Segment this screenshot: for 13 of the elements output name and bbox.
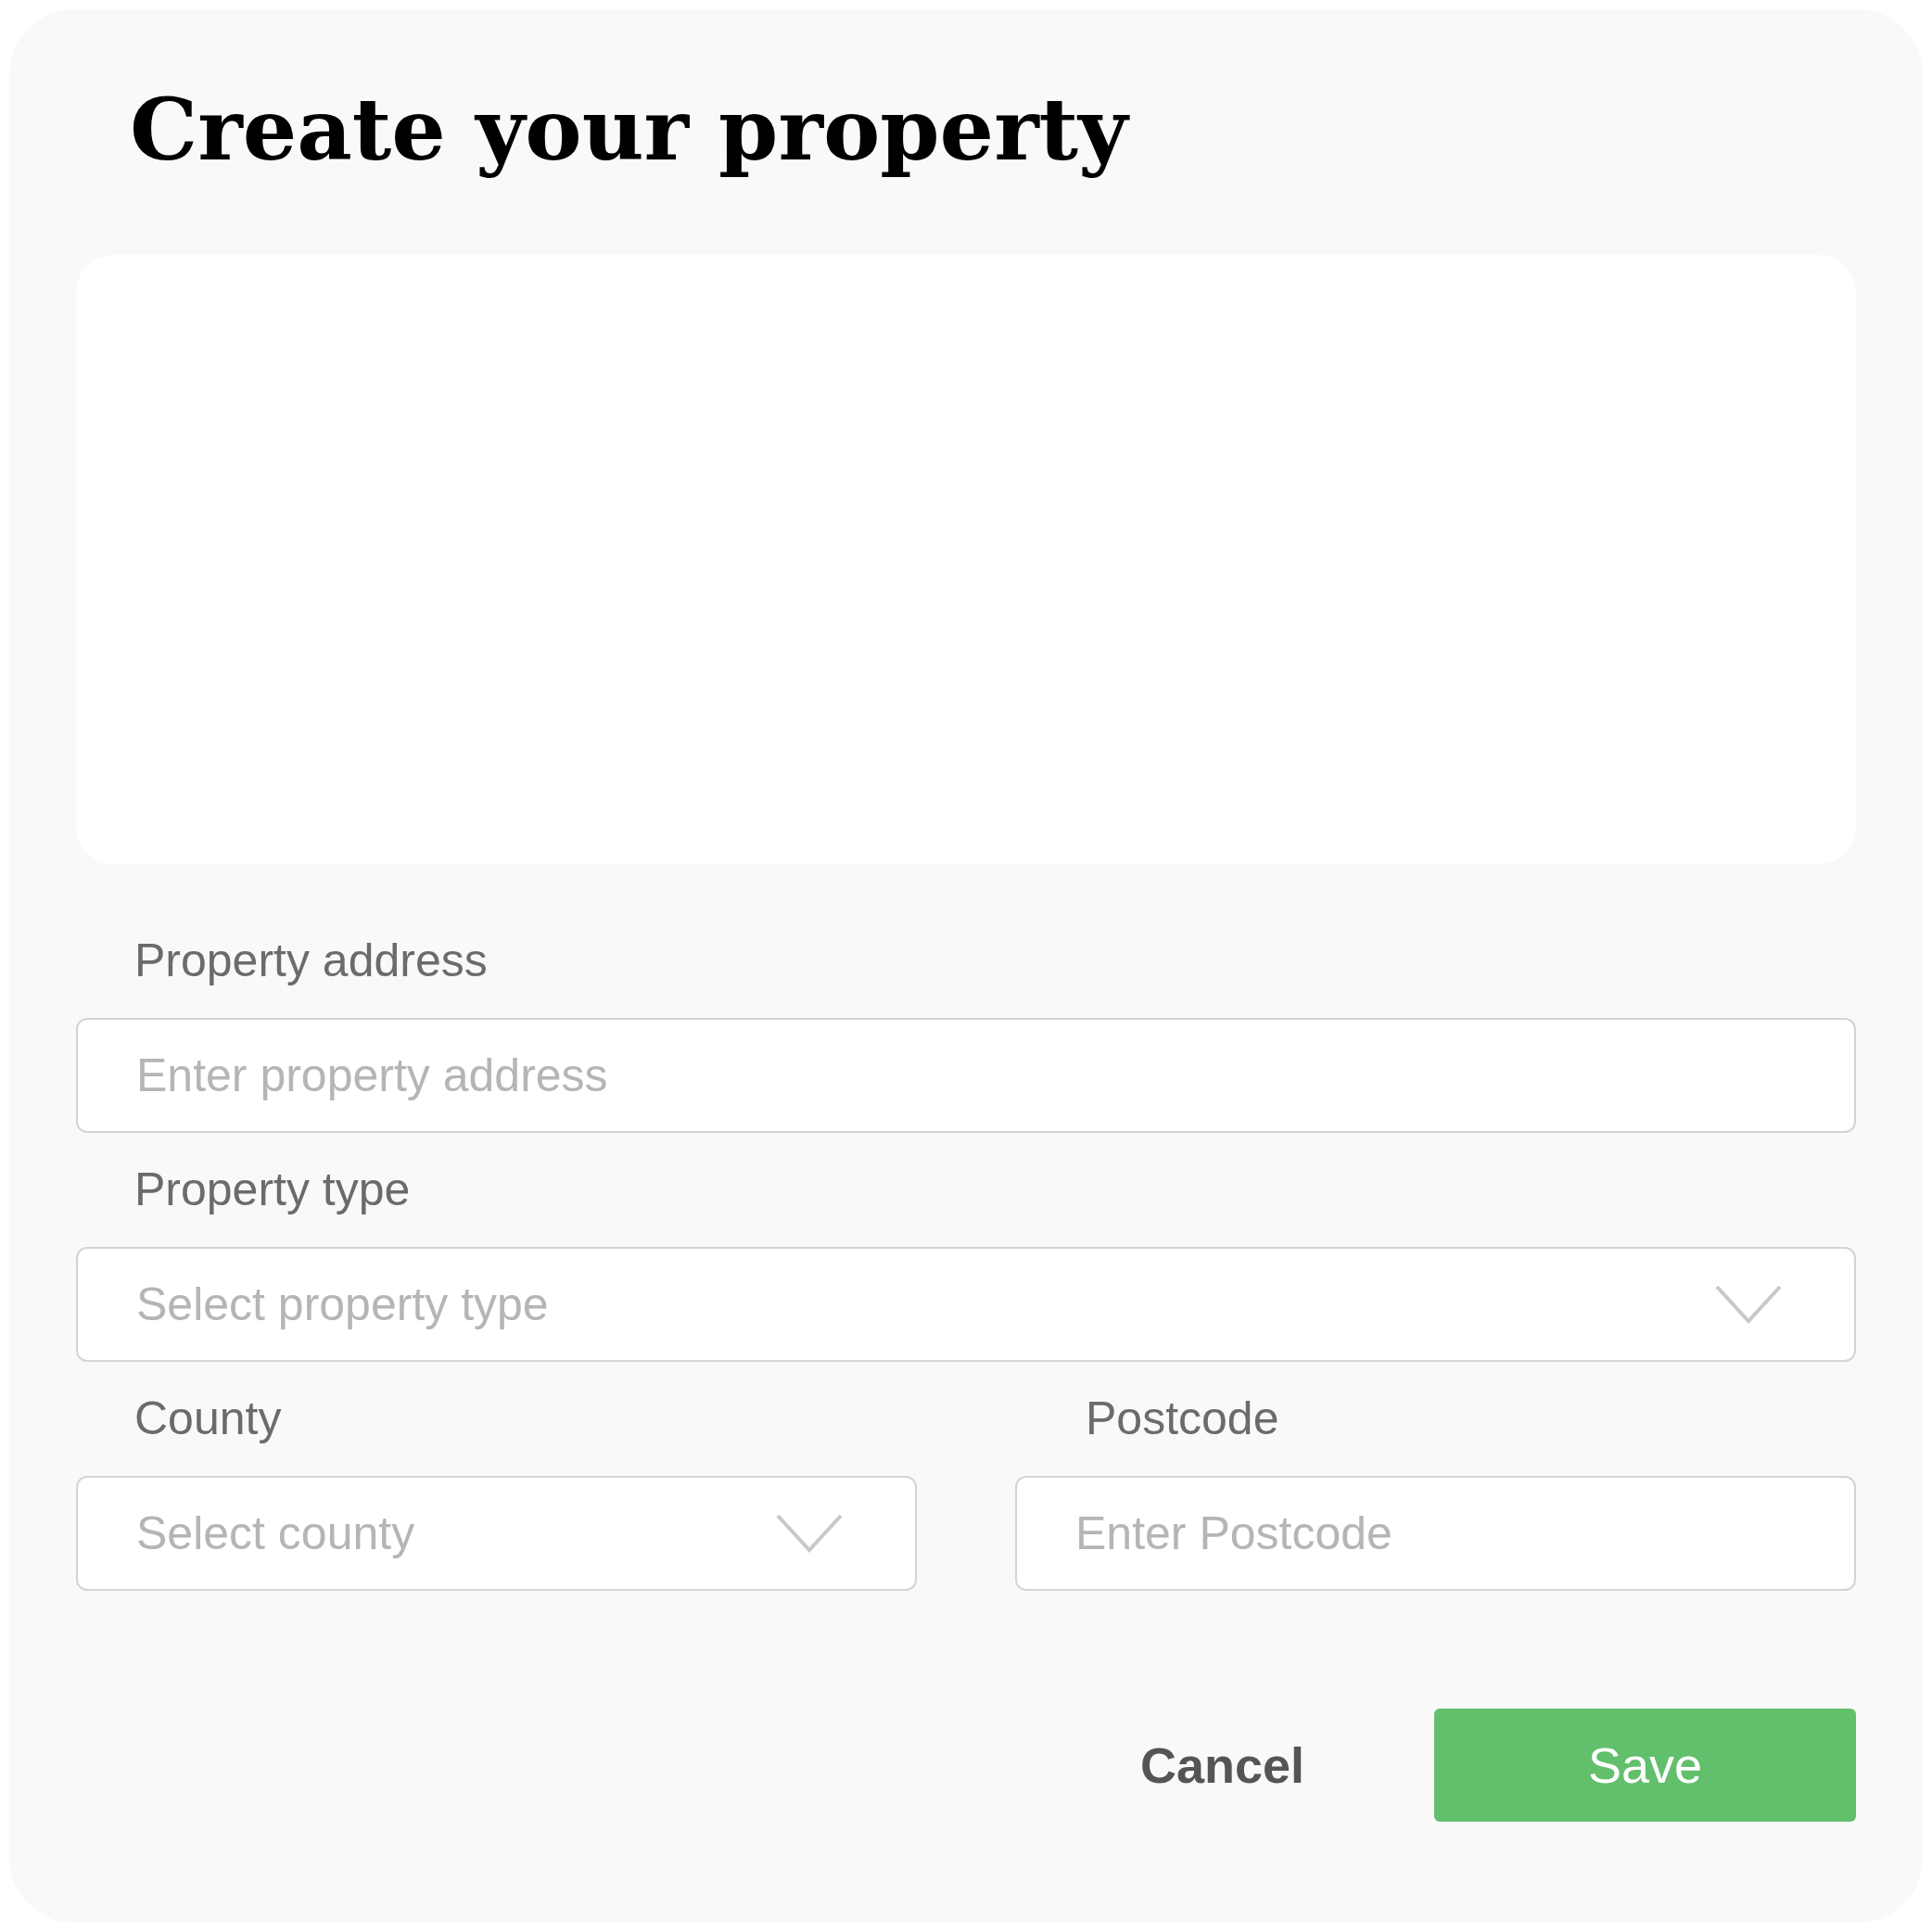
field-label: Postcode (1086, 1392, 1279, 1446)
input-field[interactable]: Enter Postcode (1015, 1476, 1856, 1591)
input-field[interactable]: Enter property address (76, 1018, 1856, 1133)
field-label: Property address (134, 934, 488, 988)
field-label: Property type (134, 1163, 411, 1217)
dialog-title: Create your property (130, 79, 1128, 182)
chevron-down-icon (775, 1513, 844, 1554)
select-field[interactable]: Select county (76, 1476, 917, 1591)
chevron-down-icon (1714, 1284, 1783, 1325)
save-button[interactable]: Save (1434, 1709, 1856, 1822)
cancel-button[interactable]: Cancel (1139, 1736, 1304, 1794)
field-label: County (134, 1392, 282, 1446)
select-field[interactable]: Select property type (76, 1247, 1856, 1362)
